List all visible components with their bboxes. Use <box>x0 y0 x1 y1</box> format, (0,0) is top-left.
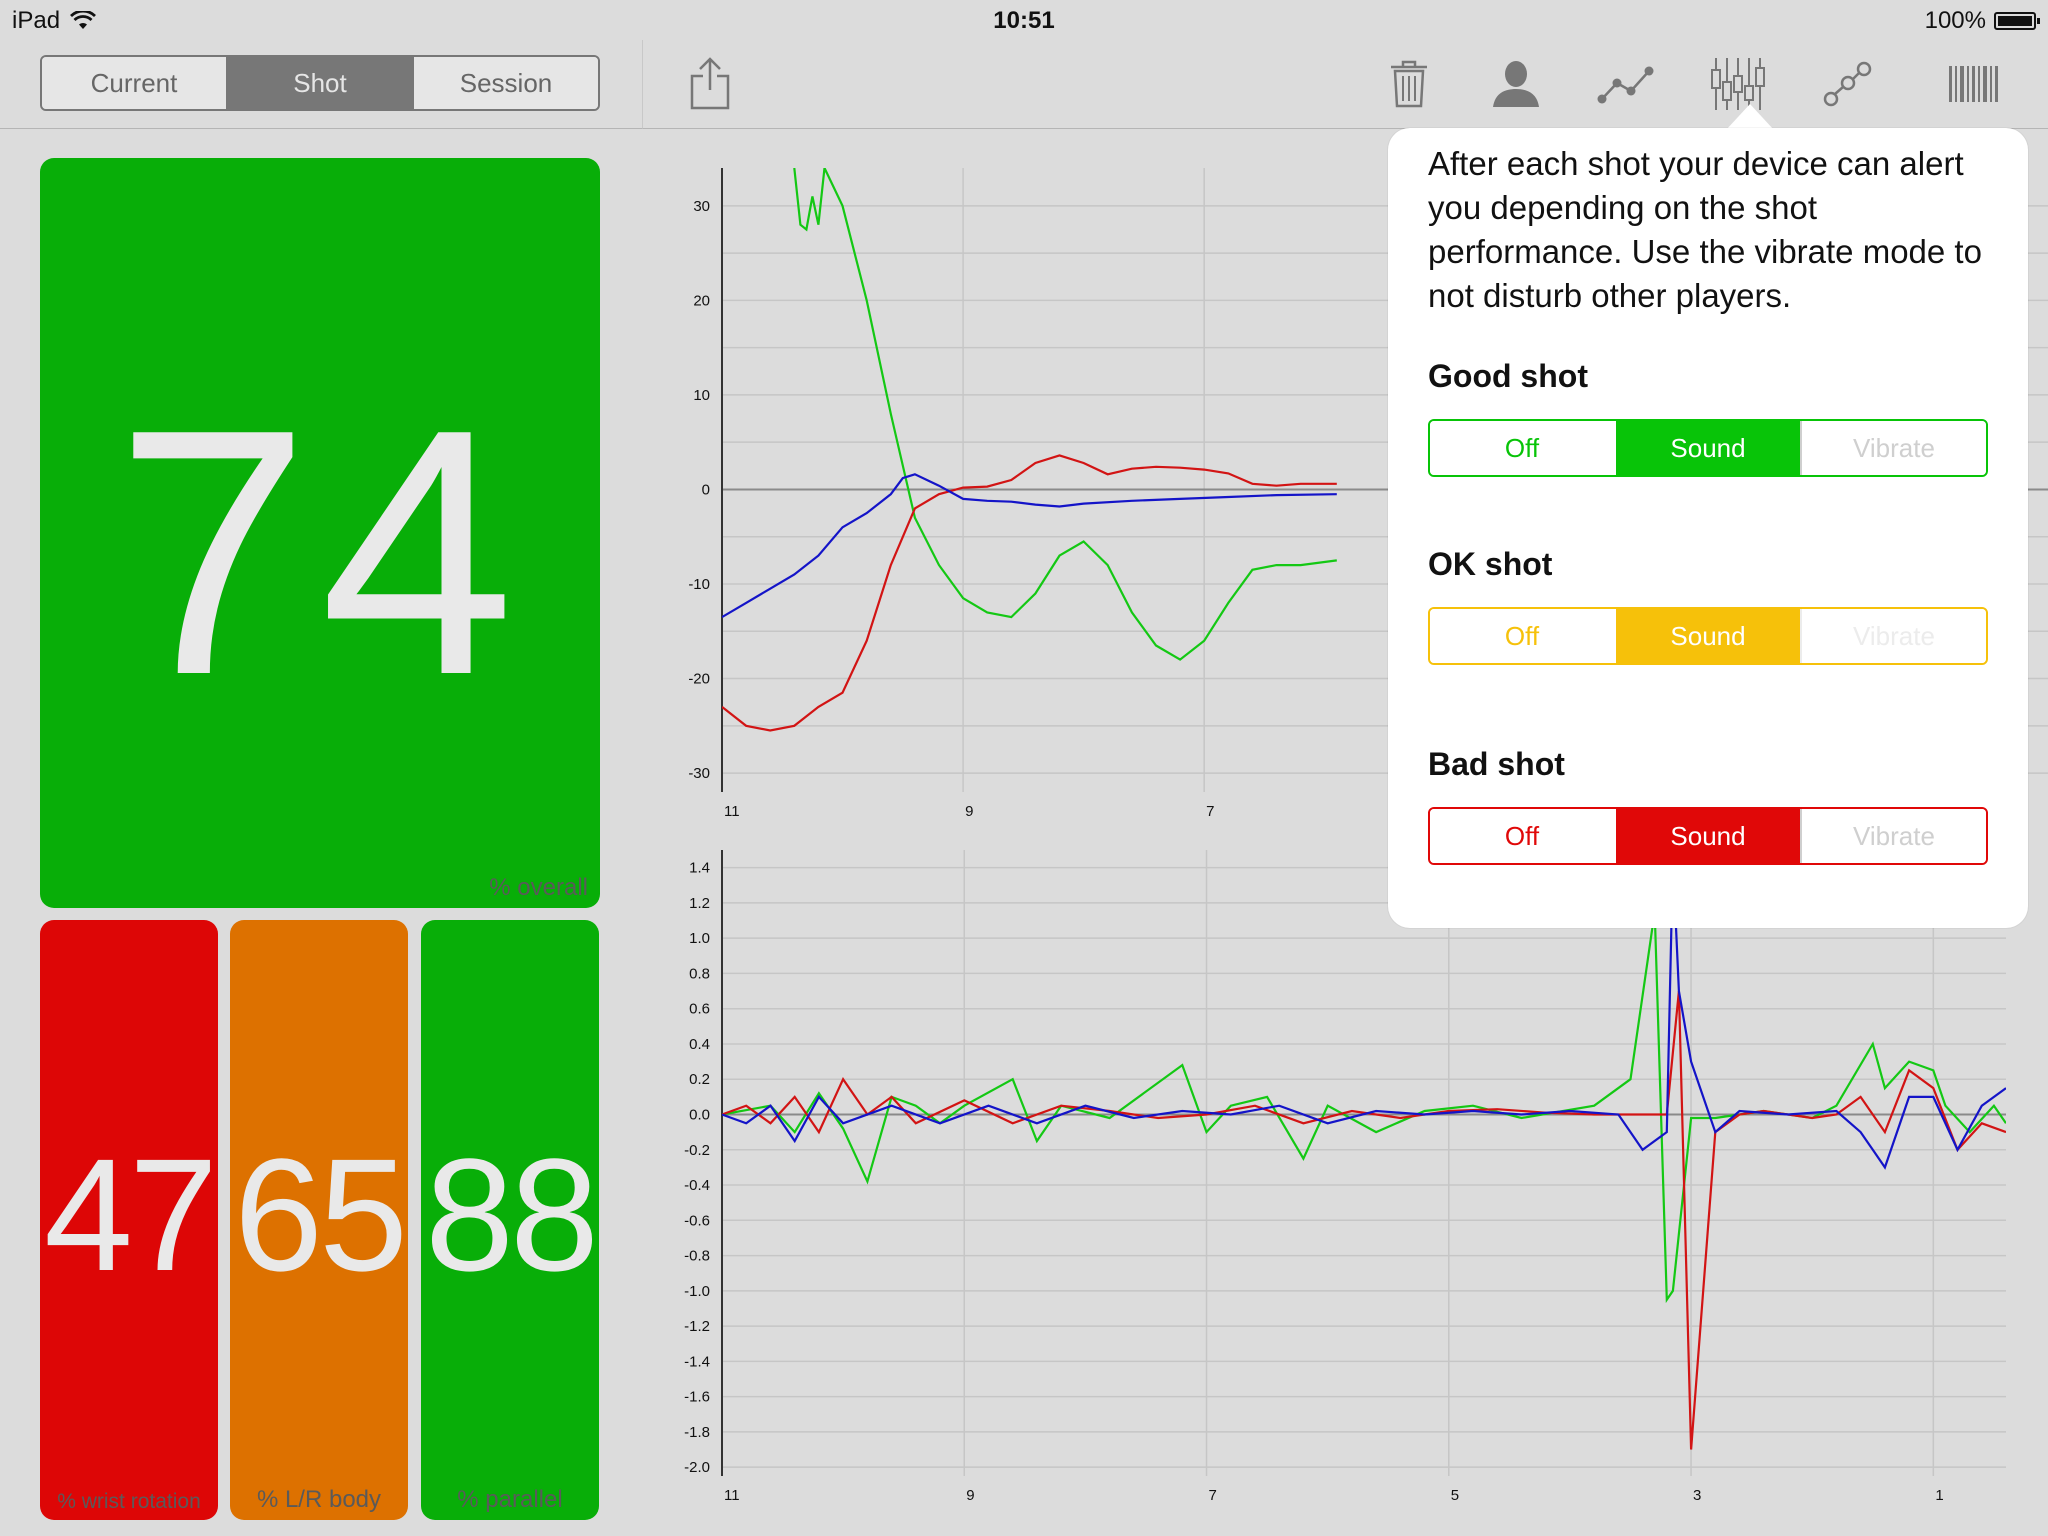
series-line-1 <box>793 168 1337 661</box>
segment-session[interactable]: Session <box>414 57 598 109</box>
y-tick-label: 1.2 <box>689 895 710 912</box>
scatter-button[interactable] <box>1818 54 1878 114</box>
y-tick-label: -10 <box>688 576 710 593</box>
wrist-rotation-tile: 47 % wrist rotation <box>40 920 218 1520</box>
popover-description: After each shot your device can alert yo… <box>1428 145 1982 314</box>
share-button[interactable] <box>680 54 740 114</box>
ok-shot-title: OK shot <box>1428 546 1553 582</box>
bad-shot-vibrate[interactable]: Vibrate <box>1800 809 1986 863</box>
bad-shot-sound[interactable]: Sound <box>1614 809 1800 863</box>
good-shot-title: Good shot <box>1428 358 1588 394</box>
x-tick-label: 11 <box>724 803 740 820</box>
line-chart-button[interactable] <box>1596 54 1656 114</box>
battery-icon <box>1994 12 2040 30</box>
y-tick-label: 0.0 <box>689 1107 710 1124</box>
series-line-1 <box>722 911 2006 1304</box>
y-tick-label: -30 <box>688 765 710 782</box>
ok-shot-control: Off Sound Vibrate <box>1428 607 1988 665</box>
wrist-rotation-value: 47 <box>44 1125 218 1304</box>
trash-icon <box>1391 60 1427 108</box>
delete-button[interactable] <box>1379 54 1439 114</box>
lr-body-value: 65 <box>234 1125 408 1304</box>
y-tick-label: -0.8 <box>684 1248 710 1265</box>
person-icon <box>1493 61 1539 107</box>
lr-body-tile: 65 % L/R body <box>230 920 408 1520</box>
y-tick-label: -2.0 <box>684 1459 710 1476</box>
y-tick-label: 30 <box>693 198 710 215</box>
wrist-rotation-label: % wrist rotation <box>57 1490 201 1513</box>
bad-shot-control: Off Sound Vibrate <box>1428 807 1988 865</box>
good-shot-control: Off Sound Vibrate <box>1428 419 1988 477</box>
line-graph-icon <box>1597 66 1654 104</box>
x-tick-label: 9 <box>965 803 973 820</box>
ok-shot-sound[interactable]: Sound <box>1614 609 1800 663</box>
view-segmented-control: Current Shot Session <box>40 55 600 111</box>
y-tick-label: -1.4 <box>684 1353 710 1370</box>
bad-shot-off[interactable]: Off <box>1430 809 1614 863</box>
y-tick-label: -1.8 <box>684 1424 710 1441</box>
x-tick-label: 9 <box>966 1487 974 1500</box>
battery-percentage: 100% <box>1924 7 1986 34</box>
y-tick-label: -0.4 <box>684 1177 710 1194</box>
y-tick-label: 0.6 <box>689 1001 710 1018</box>
good-shot-vibrate[interactable]: Vibrate <box>1800 421 1986 475</box>
y-tick-label: 1.4 <box>689 860 710 877</box>
popover-arrow <box>1726 104 1774 130</box>
segment-current[interactable]: Current <box>42 57 228 109</box>
barcode-icon <box>1949 66 1998 102</box>
parallel-tile: 88 % parallel <box>421 920 599 1520</box>
y-tick-label: -0.2 <box>684 1142 710 1159</box>
ok-shot-vibrate[interactable]: Vibrate <box>1800 609 1986 663</box>
bad-shot-section: Bad shot Off Sound Vibrate <box>1428 746 1988 865</box>
y-tick-label: -1.0 <box>684 1283 710 1300</box>
scatter-icon <box>1823 61 1872 107</box>
y-tick-label: -1.6 <box>684 1389 710 1406</box>
x-tick-label: 11 <box>724 1487 740 1500</box>
status-bar: iPad 10:51 100% <box>0 0 2048 40</box>
barcode-button[interactable] <box>1944 54 2004 114</box>
ok-shot-section: OK shot Off Sound Vibrate <box>1428 546 1988 665</box>
series-line-3 <box>722 473 1337 619</box>
clock: 10:51 <box>993 7 1055 34</box>
x-tick-label: 3 <box>1693 1487 1701 1500</box>
y-tick-label: -20 <box>688 671 710 688</box>
good-shot-off[interactable]: Off <box>1430 421 1614 475</box>
share-icon <box>690 57 730 110</box>
acceleration-chart: 1.4 1.2 1.0 0.8 0.6 0.4 0.2 0.0 -0.2 -0.4 -0.6 -0.8… <box>684 850 2006 1500</box>
x-tick-label: 1 <box>1935 1487 1943 1500</box>
good-shot-section: Good shot Off Sound Vibrate <box>1428 358 1988 477</box>
y-tick-label: -0.6 <box>684 1212 710 1229</box>
y-tick-label: 20 <box>693 292 710 309</box>
y-tick-label: 0.2 <box>689 1071 710 1088</box>
y-tick-label: -1.2 <box>684 1318 710 1335</box>
good-shot-sound[interactable]: Sound <box>1614 421 1800 475</box>
y-tick-label: 0.4 <box>689 1036 710 1053</box>
parallel-label: % parallel <box>457 1486 563 1513</box>
left-toolbar: Current Shot Session <box>0 40 643 129</box>
x-tick-label: 7 <box>1206 803 1214 820</box>
parallel-value: 88 <box>425 1125 599 1304</box>
ok-shot-off[interactable]: Off <box>1430 609 1614 663</box>
lr-body-label: % L/R body <box>256 1486 382 1513</box>
y-tick-label: 0 <box>702 481 710 498</box>
overall-score-tile: 74 % overall <box>40 158 600 908</box>
bad-shot-title: Bad shot <box>1428 746 1565 782</box>
right-toolbar <box>643 40 2048 129</box>
x-tick-label: 5 <box>1451 1487 1459 1500</box>
status-right: 100% <box>1924 7 2040 35</box>
overall-score-label: % overall <box>489 874 588 901</box>
player-button[interactable] <box>1486 54 1546 114</box>
x-tick-label: 7 <box>1209 1487 1217 1500</box>
y-tick-label: 1.0 <box>689 930 710 947</box>
y-tick-label: 10 <box>693 387 710 404</box>
overall-score-value: 74 <box>115 357 525 748</box>
shot-alert-popover: After each shot your device can alert yo… <box>1388 128 2028 928</box>
segment-shot[interactable]: Shot <box>228 57 414 109</box>
y-tick-label: 0.8 <box>689 965 710 982</box>
